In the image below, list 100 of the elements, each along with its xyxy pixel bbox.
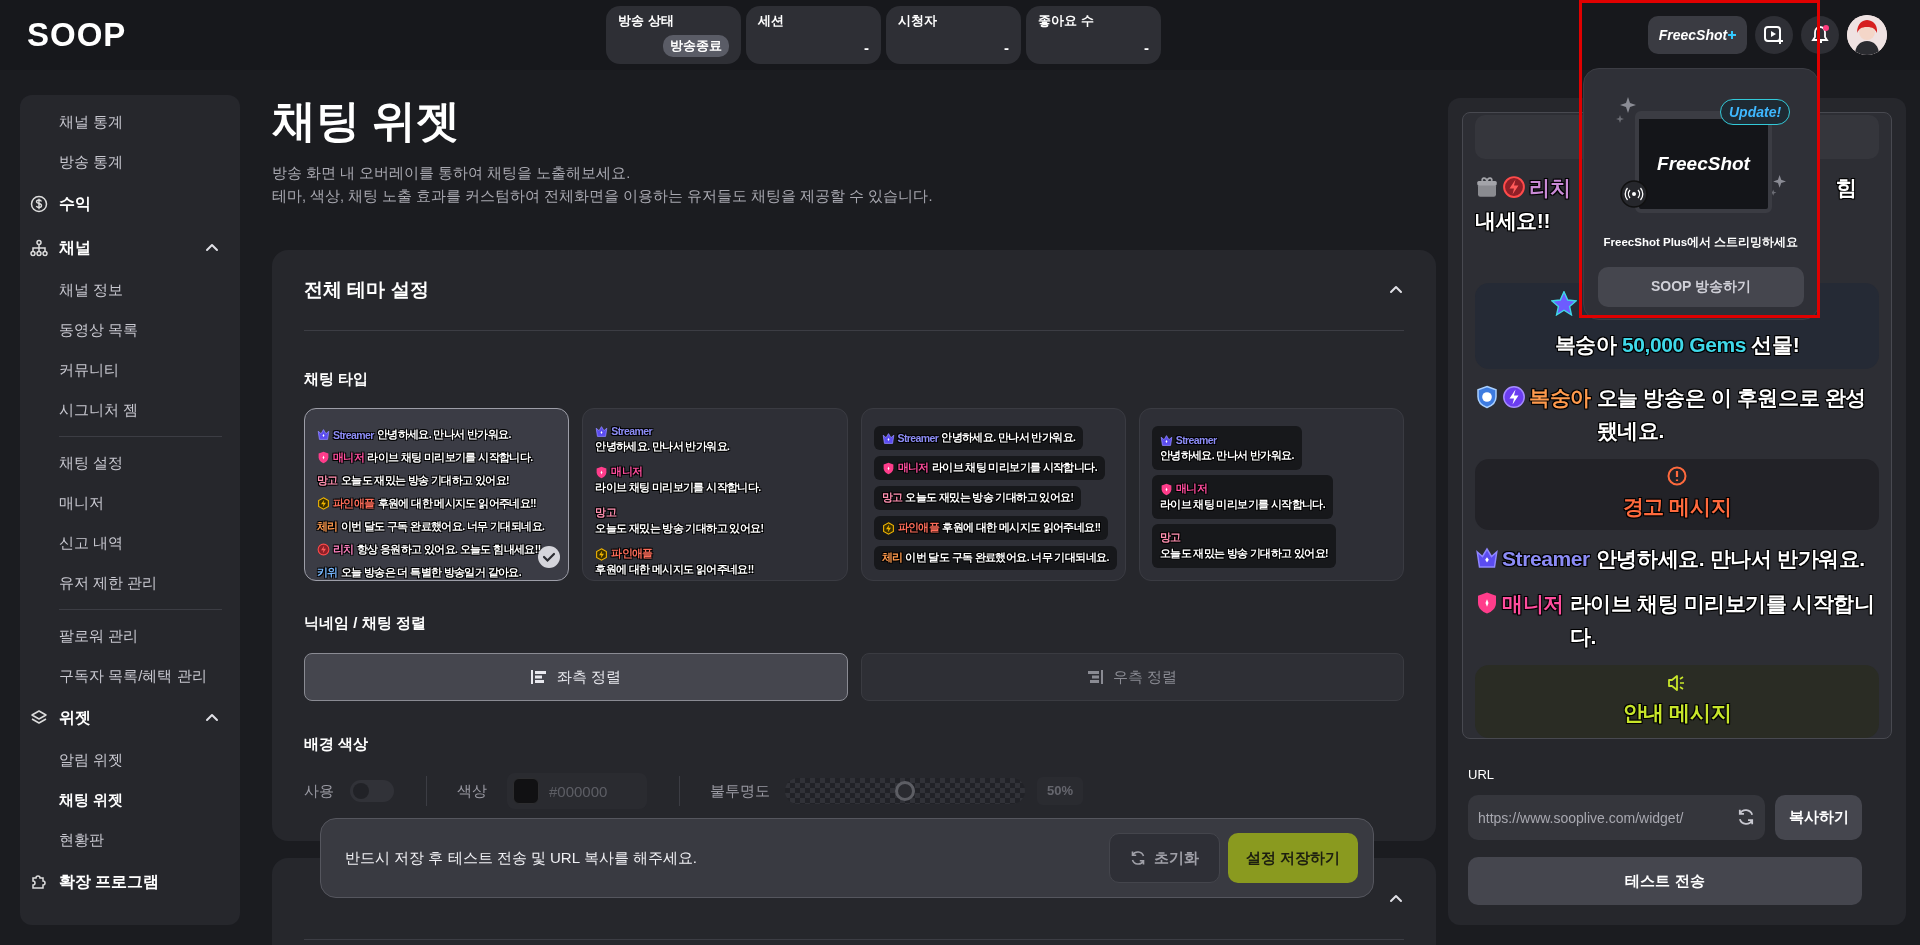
chat-text: 힘: [1836, 174, 1857, 201]
chat-text: 후원에 대한 메시지도 읽어주네요!!: [377, 496, 536, 511]
nav-item[interactable]: 현황판: [59, 830, 104, 850]
crown-icon: [1159, 433, 1173, 447]
nav-section[interactable]: 채널: [53, 236, 193, 260]
nav-item[interactable]: 채널 정보: [59, 280, 124, 300]
value-label: 50%: [1037, 777, 1084, 805]
user-name: 망고: [595, 506, 617, 520]
bolt-icon: [1502, 175, 1526, 200]
chat-text: 안녕하세요. 만나서 반가워요.: [1595, 546, 1866, 573]
bolt-icon: [881, 521, 895, 535]
chat-text: 이번 달도 구독 완료했어요. 너무 기대되네요.: [905, 551, 1109, 565]
crown-icon: [881, 431, 895, 445]
stat-label: 좋아요 수: [1038, 13, 1094, 29]
align-option[interactable]: 좌측 정렬: [304, 653, 848, 701]
field-label: 사용: [304, 781, 334, 801]
broadcast-button[interactable]: SOOP 방송하기: [1598, 267, 1804, 307]
user-name: Streamer: [1175, 434, 1217, 446]
crown-icon: [317, 428, 330, 441]
copy-button[interactable]: 복사하기: [1775, 795, 1862, 840]
stat-value: -: [1144, 39, 1149, 57]
nav-item[interactable]: 알림 위젯: [59, 750, 124, 770]
nav-item[interactable]: 커뮤니티: [59, 360, 119, 380]
user-name: 복숭아: [1529, 384, 1591, 411]
video-plus-icon: [1763, 24, 1785, 46]
nav-item[interactable]: 동영상 목록: [59, 320, 139, 340]
warning-text: 경고 메시지: [1622, 493, 1732, 520]
stat-value: -: [1004, 39, 1009, 57]
chat-text: 라이브 채팅 미리보기를 시작합니다.: [595, 481, 761, 495]
nav-item[interactable]: 채팅 위젯: [59, 790, 124, 810]
test-send-button[interactable]: 테스트 전송: [1468, 857, 1862, 905]
bolt-icon: [1502, 384, 1526, 409]
chat-text: 라이브 채팅 미리보기를 시작합니다.: [1569, 591, 1876, 651]
video-button[interactable]: [1755, 16, 1793, 54]
field-label: URL: [1468, 767, 1494, 783]
user-name: Streamer: [611, 425, 652, 437]
nav-section[interactable]: 확장 프로그램: [53, 870, 220, 894]
nav-item[interactable]: 신고 내역: [59, 533, 124, 553]
nav-section[interactable]: 수익: [53, 192, 220, 216]
user-name: 파인애플: [611, 547, 653, 561]
chat-style-option[interactable]: Streamer 안녕하세요. 만나서 반가워요. 매니저 라이브 채팅 미리보기를 시작합니다. 망고 오늘도 재밌는 방송 기대하고 있어요! 파인애플 후원에 대한 메시지도 읽어주네요!! 체리 이번 달도 구독 완료했어요. 너무 기대되네요. 리치 항상 응원하고 있어요. 오늘도 힘내세요!! 키위 오늘 방송은 더 특별한 방송일거 같아요.: [304, 408, 570, 581]
nav-item[interactable]: 유저 제한 관리: [59, 573, 158, 593]
chat-text: 오늘도 재밌는 방송 기대하고 있어요!: [595, 522, 764, 536]
section-title: 전체 테마 설정: [304, 278, 429, 302]
chat-text: 안녕하세요. 만나서 반가워요.: [376, 427, 511, 442]
nav-item[interactable]: 시그니처 젬: [59, 400, 139, 420]
chat-text: 후원에 대한 메시지도 읽어주네요!!: [595, 563, 754, 577]
refresh-icon[interactable]: [1737, 808, 1755, 826]
user-name: 리치: [1529, 174, 1571, 201]
alert-icon: [1667, 465, 1687, 486]
page-title: 채팅 위젯: [272, 95, 461, 147]
chat-style-option[interactable]: Streamer 안녕하세요. 만나서 반가워요. 매니저 라이브 채팅 미리보기를 시작합니다. 망고 오늘도 재밌는 방송 기대하고 있어요!: [1138, 408, 1404, 581]
user-name: 망고: [1159, 531, 1181, 545]
chat-text: 이번 달도 구독 완료했어요. 너무 기대되네요.: [340, 519, 545, 534]
align-right-icon: [1087, 670, 1104, 684]
chat-text: 오늘 방송은 더 특별한 방송일거 같아요.: [340, 565, 522, 580]
nav-item[interactable]: 채팅 설정: [59, 453, 124, 473]
user-name: 복숭아: [1554, 332, 1617, 356]
user-name: 매니저: [897, 461, 929, 475]
nav-section[interactable]: 위젯: [53, 706, 193, 730]
avatar[interactable]: [1847, 15, 1887, 55]
freecshot-button[interactable]: FreecShot: [1648, 16, 1747, 54]
plus-icon: [1728, 31, 1737, 39]
speaker-icon: [1667, 674, 1687, 693]
nav-item[interactable]: 매니저: [59, 493, 104, 513]
hierarchy-icon: [30, 239, 48, 257]
user-name: 체리: [317, 519, 338, 534]
user-name: 매니저: [1502, 591, 1564, 618]
gift-icon: [1475, 175, 1499, 200]
nav-item[interactable]: 채널 통계: [59, 112, 124, 132]
status-badge: 방송종료: [663, 35, 729, 57]
save-button[interactable]: 설정 저장하기: [1227, 833, 1358, 883]
bolt-icon: [595, 547, 609, 561]
logo: SOOP: [27, 15, 127, 55]
nav-item[interactable]: 팔로워 관리: [59, 626, 139, 646]
align-option[interactable]: 우측 정렬: [860, 653, 1404, 701]
gift-amount: 50,000 Gems: [1622, 332, 1746, 356]
slider-thumb[interactable]: [895, 781, 915, 801]
opacity-slider[interactable]: [785, 778, 1025, 804]
reset-button[interactable]: 초기화: [1108, 833, 1220, 883]
nav-item[interactable]: 방송 통계: [59, 152, 124, 172]
chat-style-option[interactable]: Streamer 안녕하세요. 만나서 반가워요. 매니저 라이브 채팅 미리보기를 시작합니다. 망고 오늘도 재밌는 방송 기대하고 있어요! 파인애플 후원에 대한 메시지도 읽어주네요!! 체리 이번 달도 구독 완료했어요. 너무 기대되네요.: [860, 408, 1126, 581]
bolt-icon: [317, 497, 330, 510]
notice-text: 안내 메시지: [1622, 700, 1732, 727]
chat-text: 안녕하세요. 만나서 반가워요.: [1159, 449, 1294, 463]
chat-text: 오늘도 재밌는 방송 기대하고 있어요!: [340, 473, 509, 488]
app-logo: FreecShot: [1657, 153, 1750, 175]
puzzle-icon: [30, 873, 48, 891]
gift-text: 선물!: [1751, 332, 1800, 356]
field-label: 배경 색상: [304, 734, 369, 754]
user-name: Streamer: [897, 432, 939, 444]
dollar-icon: [30, 195, 48, 213]
url-field[interactable]: https://www.sooplive.com/widget/: [1468, 795, 1765, 840]
sparkle-icon: [1616, 97, 1636, 123]
chat-text: 오늘 방송은 이 후원으로 완성 됐네요.: [1596, 384, 1867, 444]
nav-item[interactable]: 구독자 목록/혜택 관리: [59, 666, 207, 686]
chat-style-option[interactable]: Streamer 안녕하세요. 만나서 반가워요. 매니저 라이브 채팅 미리보기를 시작합니다. 망고 오늘도 재밌는 방송 기대하고 있어요! 파인애플 후원에 대한 메시지도 읽어주네요!!: [582, 408, 848, 581]
stat-label: 세션: [758, 13, 784, 29]
user-name: 매니저: [333, 450, 365, 465]
chat-text: 후원에 대한 메시지도 읽어주네요!!: [942, 521, 1101, 535]
